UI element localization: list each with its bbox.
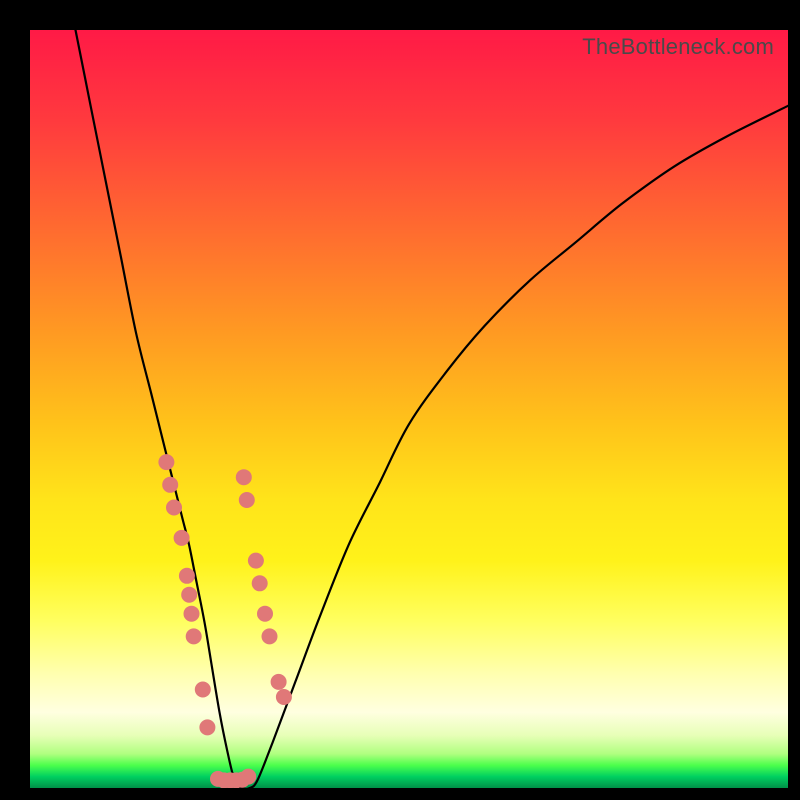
marker-dot xyxy=(252,575,268,591)
marker-dot xyxy=(166,500,182,516)
markers-right-group xyxy=(236,469,292,705)
marker-dot xyxy=(228,772,244,788)
marker-dot xyxy=(195,682,211,698)
plot-area: TheBottleneck.com xyxy=(30,30,788,788)
marker-dot xyxy=(179,568,195,584)
bottleneck-curve xyxy=(76,30,789,788)
watermark-text: TheBottleneck.com xyxy=(582,34,774,60)
marker-dot xyxy=(199,719,215,735)
marker-dot xyxy=(216,772,232,788)
markers-bottom-group xyxy=(210,769,256,788)
marker-dot xyxy=(262,628,278,644)
marker-dot xyxy=(162,477,178,493)
curve-group xyxy=(76,30,789,788)
marker-dot xyxy=(257,606,273,622)
marker-dot xyxy=(236,469,252,485)
marker-dot xyxy=(181,587,197,603)
marker-dot xyxy=(222,772,238,788)
chart-svg xyxy=(30,30,788,788)
marker-dot xyxy=(240,769,256,785)
chart-frame: TheBottleneck.com xyxy=(0,0,800,800)
marker-dot xyxy=(234,772,250,788)
marker-dot xyxy=(184,606,200,622)
marker-dot xyxy=(248,553,264,569)
marker-dot xyxy=(210,771,226,787)
marker-dot xyxy=(158,454,174,470)
marker-dot xyxy=(239,492,255,508)
marker-dot xyxy=(271,674,287,690)
marker-dot xyxy=(174,530,190,546)
markers-left-group xyxy=(158,454,215,735)
marker-dot xyxy=(276,689,292,705)
marker-dot xyxy=(186,628,202,644)
